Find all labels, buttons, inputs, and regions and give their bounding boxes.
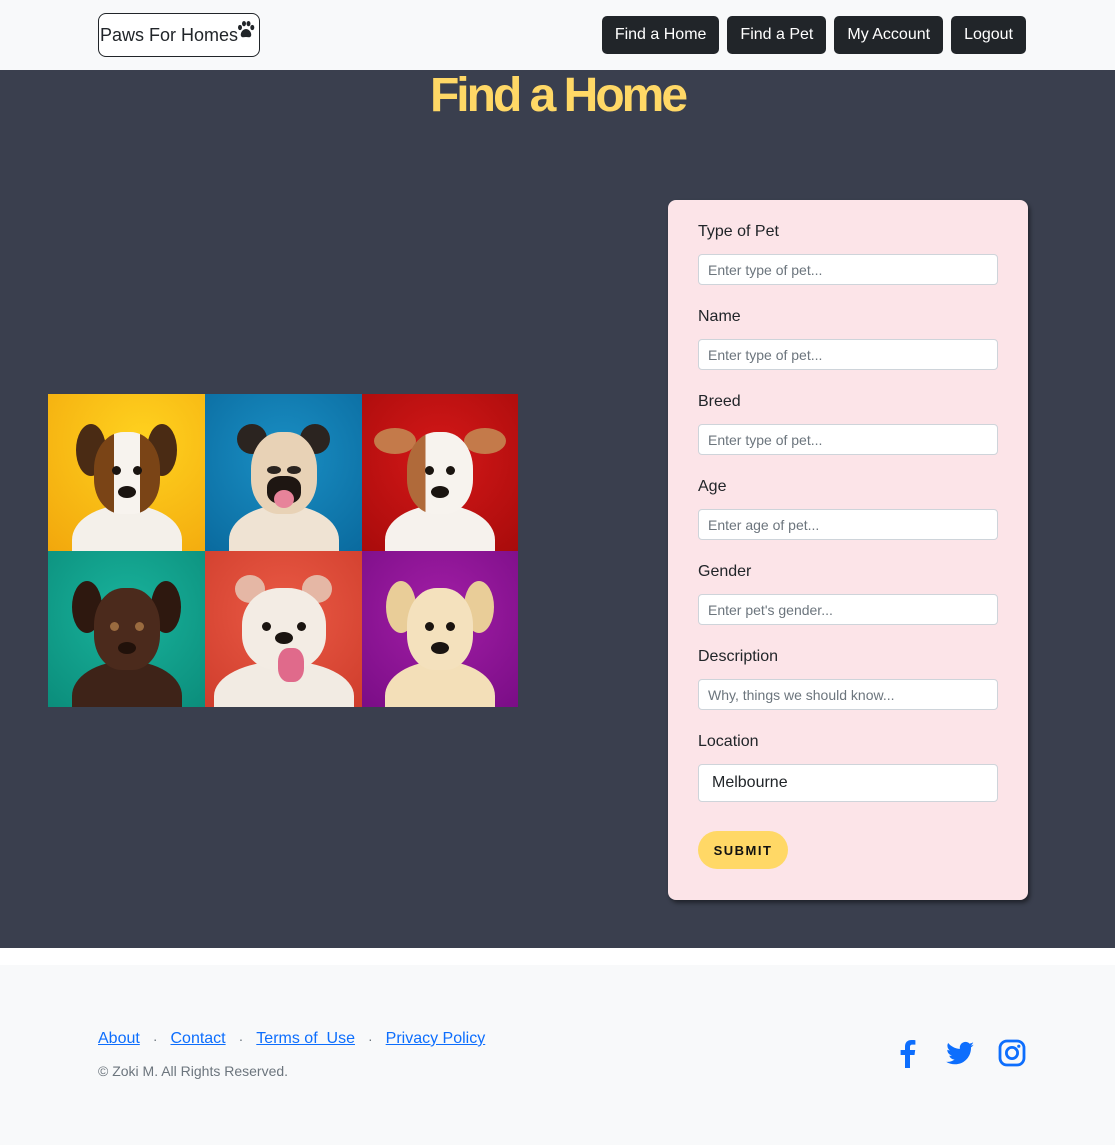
about-link[interactable]: About <box>98 1030 140 1048</box>
find-a-pet-button[interactable]: Find a Pet <box>727 16 827 54</box>
location-label: Location <box>698 733 759 750</box>
type-of-pet-input[interactable] <box>698 254 998 285</box>
find-home-form: Type of Pet Name Breed Age Gender Descri… <box>668 200 1028 900</box>
link-separator: · <box>238 1031 244 1047</box>
name-field: Name <box>698 307 998 370</box>
footer: About · Contact · Terms of Use · Privacy… <box>0 965 1115 1145</box>
age-input[interactable] <box>698 509 998 540</box>
puppies-collage-image <box>48 394 518 707</box>
name-label: Name <box>698 308 741 325</box>
facebook-icon[interactable] <box>893 1038 923 1068</box>
paw-icon <box>238 21 255 38</box>
age-field: Age <box>698 477 998 540</box>
breed-label: Breed <box>698 393 741 410</box>
gender-input[interactable] <box>698 594 998 625</box>
terms-of-use-link[interactable]: Terms of Use <box>256 1030 355 1048</box>
navbar: Paws For Homes Find a Home Find a Pet My… <box>0 0 1115 70</box>
link-separator: · <box>367 1031 373 1047</box>
puppy-tile <box>362 394 518 551</box>
my-account-button[interactable]: My Account <box>834 16 944 54</box>
find-a-home-button[interactable]: Find a Home <box>601 16 720 54</box>
copyright-text: © Zoki M. All Rights Reserved. <box>98 1063 289 1079</box>
social-links <box>893 1038 1027 1068</box>
footer-divider <box>0 948 1115 965</box>
gender-label: Gender <box>698 563 752 580</box>
breed-field: Breed <box>698 392 998 455</box>
breed-input[interactable] <box>698 424 998 455</box>
type-of-pet-label: Type of Pet <box>698 223 779 240</box>
nav-buttons: Find a Home Find a Pet My Account Logout <box>601 16 1026 54</box>
puppy-tile <box>205 394 362 551</box>
page-title: Find a Home <box>429 69 688 122</box>
twitter-icon[interactable] <box>945 1038 975 1068</box>
description-label: Description <box>698 648 779 665</box>
location-field: Location <box>698 732 998 802</box>
submit-button[interactable]: SUBMIT <box>698 831 788 869</box>
puppy-tile <box>362 551 518 707</box>
age-label: Age <box>698 478 727 495</box>
footer-links: About · Contact · Terms of Use · Privacy… <box>98 1030 485 1048</box>
description-field: Description <box>698 647 998 710</box>
contact-link[interactable]: Contact <box>170 1030 225 1048</box>
logout-button[interactable]: Logout <box>951 16 1026 54</box>
link-separator: · <box>152 1031 158 1047</box>
instagram-icon[interactable] <box>997 1038 1027 1068</box>
puppy-tile <box>48 394 205 551</box>
brand-logo[interactable]: Paws For Homes <box>98 13 260 57</box>
privacy-policy-link[interactable]: Privacy Policy <box>386 1030 486 1048</box>
brand-name: Paws For Homes <box>100 24 239 45</box>
type-of-pet-field: Type of Pet <box>698 222 998 285</box>
puppy-tile <box>48 551 205 707</box>
location-input[interactable] <box>698 764 998 802</box>
puppy-tile <box>205 551 362 707</box>
description-input[interactable] <box>698 679 998 710</box>
gender-field: Gender <box>698 562 998 625</box>
name-input[interactable] <box>698 339 998 370</box>
hero-section: Find a Home Type of Pet Enter type of pe… <box>0 70 1115 948</box>
